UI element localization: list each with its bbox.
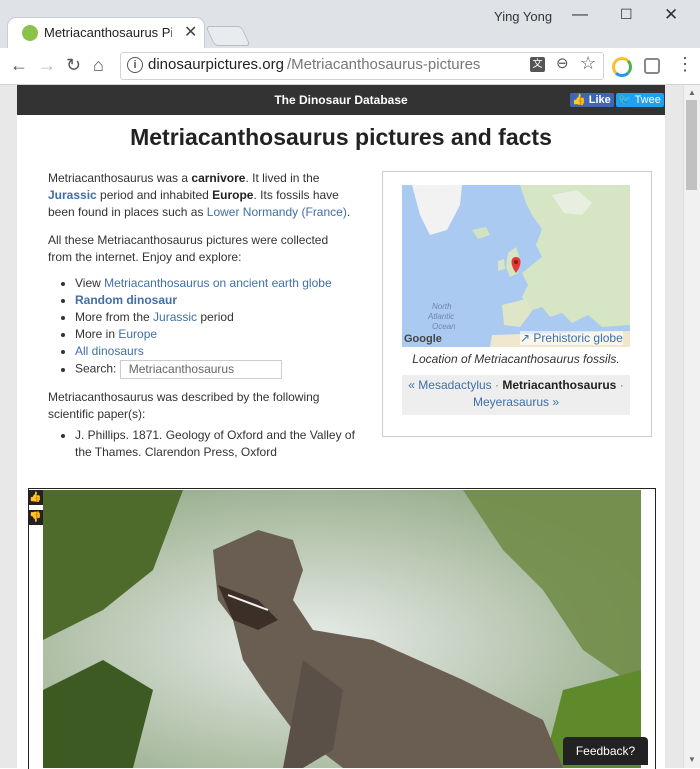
nav-separator: · xyxy=(491,378,503,392)
thumbs-down-icon[interactable]: 👎 xyxy=(28,510,43,525)
prev-dinosaur-link[interactable]: « Mesadactylus xyxy=(408,378,491,392)
translate-icon[interactable]: 文 xyxy=(530,57,545,72)
list-text: View xyxy=(75,276,105,290)
tab-title: Metriacanthosaurus Pic xyxy=(44,25,172,40)
globe-link[interactable]: Metriacanthosaurus on ancient earth glob… xyxy=(104,276,331,290)
map-caption: Location of Metriacanthosaurus fossils. xyxy=(412,352,620,366)
intro-text: . xyxy=(346,205,351,219)
nav-separator: · xyxy=(616,378,624,392)
search-label: Search: xyxy=(75,361,117,376)
dinosaur-photo xyxy=(43,490,641,768)
tweet-label: Twee xyxy=(634,94,661,106)
favicon-icon xyxy=(22,25,38,41)
menu-icon[interactable]: ⋮ xyxy=(676,54,694,75)
url-host[interactable]: dinosaurpictures.org xyxy=(148,56,284,73)
diet: carnivore xyxy=(191,171,246,185)
google-logo: Google xyxy=(404,333,442,345)
search-input[interactable]: Metriacanthosaurus xyxy=(119,360,282,379)
site-info-icon[interactable]: i xyxy=(127,57,143,73)
europe-link[interactable]: Europe xyxy=(118,327,157,341)
list-item: Search: Metriacanthosaurus xyxy=(75,360,375,379)
extension-icon[interactable] xyxy=(612,57,632,77)
minimize-icon[interactable]: — xyxy=(572,6,588,24)
jurassic-link[interactable]: Jurassic xyxy=(153,310,197,324)
place-link[interactable]: Lower Normandy (France) xyxy=(207,205,347,219)
list-item: Random dinosaur xyxy=(75,292,375,309)
list-item: More in Europe xyxy=(75,326,375,343)
thumbs-up-icon[interactable]: 👍 xyxy=(28,490,43,505)
all-dinosaurs-link[interactable]: All dinosaurs xyxy=(75,344,144,358)
map-graphic: North Atlantic Ocean xyxy=(402,185,630,347)
explore-list: View Metriacanthosaurus on ancient earth… xyxy=(48,275,375,379)
described-paragraph: Metriacanthosaurus was described by the … xyxy=(48,390,320,421)
url-path[interactable]: /Metriacanthosaurus-pictures xyxy=(287,56,480,73)
zoom-icon[interactable]: ⊖ xyxy=(556,54,569,72)
list-item: All dinosaurs xyxy=(75,343,375,360)
list-item: More from the Jurassic period xyxy=(75,309,375,326)
dinosaur-nav-text: « Mesadactylus · Metriacanthosaurus · Me… xyxy=(402,377,630,411)
facebook-like-button[interactable]: 👍 Like xyxy=(570,93,614,107)
current-dinosaur: Metriacanthosaurus xyxy=(502,378,617,392)
intro-text: period and inhabited xyxy=(96,188,213,202)
forward-arrow-icon[interactable]: → xyxy=(38,55,56,76)
back-arrow-icon[interactable]: ← xyxy=(10,55,28,76)
intro-text: Metriacanthosaurus was a xyxy=(48,171,192,185)
random-dinosaur-link[interactable]: Random dinosaur xyxy=(75,293,177,307)
next-dinosaur-link[interactable]: Meyerasaurus » xyxy=(473,395,559,409)
list-text: More in xyxy=(75,327,119,341)
extension-icon[interactable] xyxy=(644,58,660,74)
home-icon[interactable]: ⌂ xyxy=(93,55,104,76)
list-text: period xyxy=(197,310,234,324)
feedback-button[interactable]: Feedback? xyxy=(563,737,648,765)
fossil-map[interactable]: North Atlantic Ocean xyxy=(402,185,630,347)
intro-text: . It lived in the xyxy=(245,171,320,185)
browser-tab[interactable]: Metriacanthosaurus Pic ✕ xyxy=(8,18,204,48)
list-item: View Metriacanthosaurus on ancient earth… xyxy=(75,275,375,292)
intro-paragraph-2: All these Metriacanthosaurus pictures we… xyxy=(48,233,329,264)
scroll-up-icon[interactable]: ▲ xyxy=(688,88,696,97)
window-close-icon[interactable]: ✕ xyxy=(664,5,678,25)
intro-paragraph: Metriacanthosaurus was a carnivore. It l… xyxy=(48,170,358,221)
ocean-label: Atlantic xyxy=(427,312,454,321)
dinosaur-photo-graphic xyxy=(43,490,641,768)
ocean-label: Ocean xyxy=(432,322,456,331)
papers-list: J. Phillips. 1871. Geology of Oxford and… xyxy=(48,427,365,461)
list-text: More from the xyxy=(75,310,154,324)
tab-close-icon[interactable]: ✕ xyxy=(184,22,197,42)
maximize-icon[interactable]: ☐ xyxy=(620,6,633,23)
site-title[interactable]: The Dinosaur Database xyxy=(17,93,665,107)
scroll-down-icon[interactable]: ▼ xyxy=(688,755,696,764)
prehistoric-globe-link[interactable]: ↗ Prehistoric globe xyxy=(520,331,623,345)
paper-item: J. Phillips. 1871. Geology of Oxford and… xyxy=(75,427,365,461)
page-title: Metriacanthosaurus pictures and facts xyxy=(130,124,552,150)
region: Europe xyxy=(212,188,254,202)
period-link[interactable]: Jurassic xyxy=(48,188,97,202)
reload-icon[interactable]: ↻ xyxy=(66,55,81,76)
bookmark-star-icon[interactable]: ☆ xyxy=(580,53,596,74)
ocean-label: North xyxy=(432,302,452,311)
scrollbar-thumb[interactable] xyxy=(686,100,697,190)
tweet-button[interactable]: 🐦 Twee xyxy=(616,93,664,107)
like-label: Like xyxy=(588,94,611,106)
profile-name[interactable]: Ying Yong xyxy=(494,9,552,24)
